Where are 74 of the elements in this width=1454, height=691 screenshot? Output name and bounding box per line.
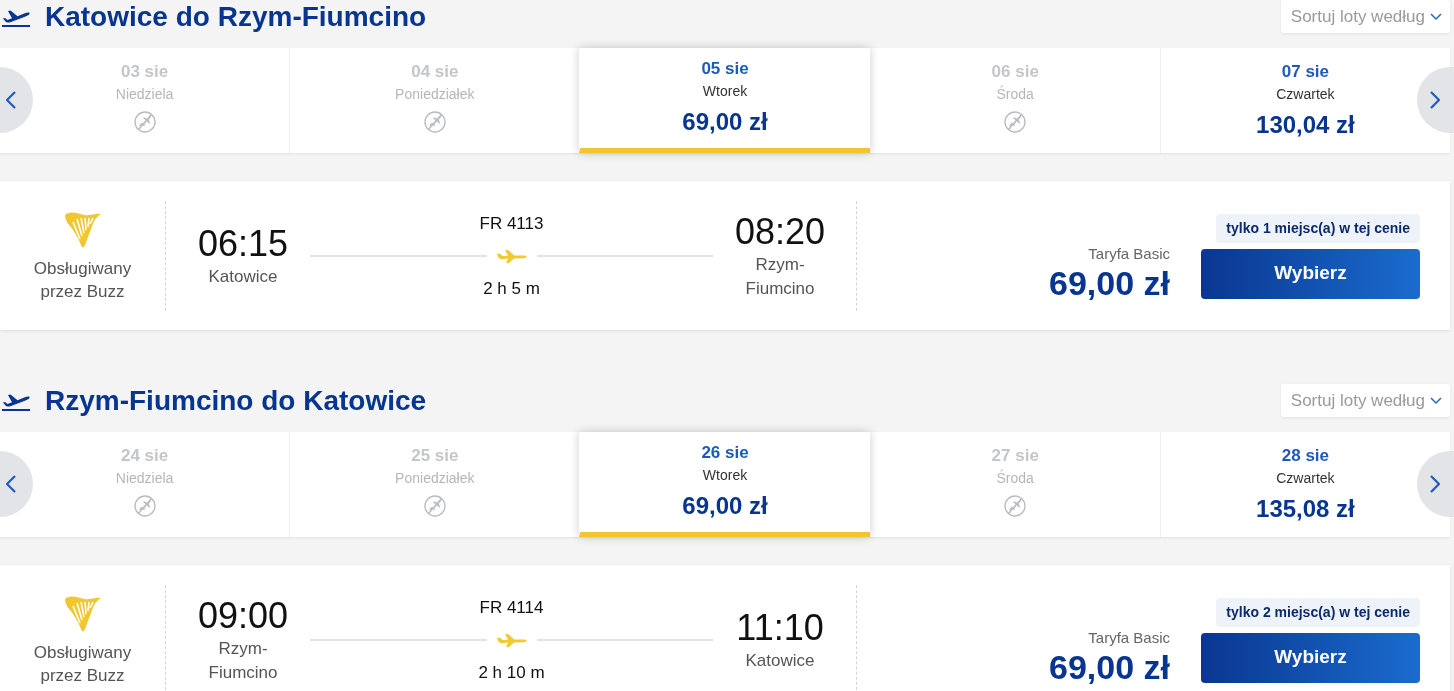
flight-number: FR 4114 bbox=[479, 596, 544, 619]
operator-label: Obsługiwany przez Buzz bbox=[32, 642, 133, 687]
departure-city: Rzym-Fiumcino bbox=[207, 638, 279, 684]
date-tab[interactable]: 26 sie Wtorek 69,00 zł bbox=[579, 432, 870, 537]
flight-price: 69,00 zł bbox=[1049, 263, 1170, 302]
date-label: 25 sie bbox=[411, 445, 459, 467]
date-tab[interactable]: 27 sie Środa bbox=[869, 432, 1160, 537]
plane-icon bbox=[496, 249, 527, 263]
arrival-city: Rzym-Fiumcino bbox=[744, 254, 816, 300]
weekday-label: Niedziela bbox=[115, 469, 174, 488]
weekday-label: Niedziela bbox=[115, 85, 174, 104]
fare-label: Taryfa Basic bbox=[1087, 243, 1170, 264]
weekday-label: Poniedziałek bbox=[395, 85, 475, 104]
arrival-time: 08:20 bbox=[734, 211, 826, 253]
date-label: 28 sie bbox=[1281, 445, 1330, 467]
no-flight-icon bbox=[423, 495, 446, 517]
date-label: 26 sie bbox=[701, 442, 749, 464]
date-label: 24 sie bbox=[120, 445, 169, 467]
date-tab[interactable]: 25 sie Poniedziałek bbox=[289, 432, 580, 537]
chevron-down-icon bbox=[1430, 13, 1442, 20]
chevron-right-icon bbox=[1430, 475, 1440, 493]
chevron-down-icon bbox=[1430, 397, 1442, 404]
weekday-label: Wtorek bbox=[702, 466, 748, 485]
date-tab[interactable]: 05 sie Wtorek 69,00 zł bbox=[579, 48, 870, 153]
no-flight-icon bbox=[1004, 111, 1027, 133]
sort-dropdown[interactable]: Sortuj loty według bbox=[1280, 0, 1450, 33]
departure-time: 09:00 bbox=[197, 595, 289, 637]
chevron-right-icon bbox=[1430, 91, 1440, 109]
no-flight-icon bbox=[133, 495, 156, 517]
date-tab[interactable]: 28 sie Czwartek 135,08 zł bbox=[1159, 432, 1450, 537]
fare-label: Taryfa Basic bbox=[1087, 627, 1170, 648]
seats-left-badge: tylko 2 miejsc(a) w tej cenie bbox=[1216, 597, 1420, 627]
date-tab[interactable]: 24 sie Niedziela bbox=[0, 432, 290, 537]
plane-icon bbox=[496, 633, 527, 647]
weekday-label: Czwartek bbox=[1276, 469, 1335, 488]
date-tab[interactable]: 04 sie Poniedziałek bbox=[289, 48, 580, 153]
date-tab[interactable]: 03 sie Niedziela bbox=[0, 48, 290, 153]
weekday-label: Środa bbox=[996, 84, 1034, 104]
weekday-label: Wtorek bbox=[702, 82, 748, 101]
select-button[interactable]: Wybierz bbox=[1201, 248, 1420, 299]
date-label: 27 sie bbox=[991, 445, 1039, 467]
chevron-left-icon bbox=[6, 91, 16, 109]
route-title: Katowice do Rzym-Fiumcino bbox=[45, 0, 427, 33]
flight-duration: 2 h 10 m bbox=[478, 661, 545, 684]
arrival-city: Katowice bbox=[745, 650, 815, 672]
weekday-label: Poniedziałek bbox=[395, 469, 475, 488]
date-label: 06 sie bbox=[991, 61, 1039, 83]
select-button[interactable]: Wybierz bbox=[1201, 632, 1420, 683]
date-label: 07 sie bbox=[1281, 61, 1330, 83]
date-tab[interactable]: 07 sie Czwartek 130,04 zł bbox=[1159, 48, 1450, 153]
seats-left-badge: tylko 1 miejsc(a) w tej cenie bbox=[1216, 213, 1420, 243]
date-price: 69,00 zł bbox=[682, 107, 768, 137]
date-price: 130,04 zł bbox=[1256, 110, 1355, 140]
departure-time: 06:15 bbox=[197, 223, 289, 265]
route-title: Rzym-Fiumcino do Katowice bbox=[45, 384, 427, 417]
flight-price: 69,00 zł bbox=[1049, 647, 1170, 686]
no-flight-icon bbox=[133, 111, 156, 133]
date-price: 69,00 zł bbox=[682, 491, 768, 521]
date-label: 03 sie bbox=[120, 61, 169, 83]
sort-dropdown[interactable]: Sortuj loty według bbox=[1280, 384, 1450, 417]
departure-city: Katowice bbox=[208, 266, 278, 288]
date-price: 135,08 zł bbox=[1256, 494, 1355, 524]
chevron-left-icon bbox=[6, 475, 16, 493]
no-flight-icon bbox=[423, 111, 446, 133]
weekday-label: Czwartek bbox=[1276, 85, 1335, 104]
weekday-label: Środa bbox=[996, 468, 1034, 488]
flight-number: FR 4113 bbox=[479, 212, 544, 235]
flight-duration: 2 h 5 m bbox=[483, 277, 540, 300]
date-label: 04 sie bbox=[411, 61, 459, 83]
operator-label: Obsługiwany przez Buzz bbox=[32, 258, 133, 303]
date-label: 05 sie bbox=[701, 58, 749, 80]
arrival-time: 11:10 bbox=[736, 607, 824, 649]
date-tab[interactable]: 06 sie Środa bbox=[869, 48, 1160, 153]
no-flight-icon bbox=[1004, 495, 1027, 517]
